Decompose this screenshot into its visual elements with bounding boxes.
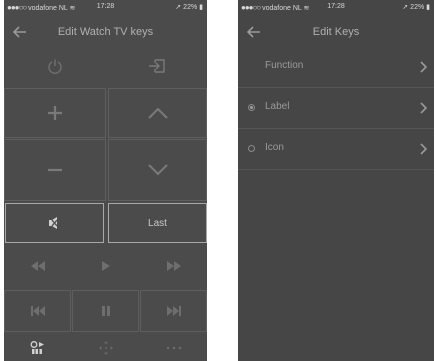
nav-bar: Edit Watch TV keys — [4, 20, 207, 46]
radio-unselected-icon[interactable] — [248, 145, 255, 152]
option-label: Icon — [265, 142, 284, 153]
last-key[interactable]: Last — [108, 203, 207, 243]
input-source-key[interactable] — [106, 46, 207, 86]
chevron-right-icon — [420, 143, 428, 155]
volume-down-key[interactable] — [4, 139, 106, 201]
location-icon: ➚ — [175, 4, 182, 11]
nav-bar: Edit Keys — [238, 20, 434, 46]
status-right: ➚ 22% ▮ — [175, 3, 203, 11]
option-label-row[interactable]: Label — [238, 88, 434, 129]
skip-next-key[interactable] — [140, 290, 207, 332]
more-icon — [166, 346, 181, 349]
play-icon — [101, 261, 110, 271]
battery-label: 22% — [183, 4, 198, 11]
skip-previous-key[interactable] — [4, 290, 71, 332]
page-title: Edit Watch TV keys — [57, 26, 154, 38]
edit-keys-screen: ●●●○○ vodafone NL ≋ 17:28 ➚ 22% ▮ Edit K… — [238, 0, 434, 361]
option-function[interactable]: Function — [238, 47, 434, 88]
pause-key[interactable] — [72, 290, 139, 332]
skip-next-icon — [166, 306, 181, 316]
mute-key[interactable] — [5, 203, 104, 243]
chevron-down-icon — [147, 164, 168, 176]
fast-forward-key[interactable] — [140, 246, 207, 286]
option-label: Function — [265, 60, 304, 71]
input-source-icon — [148, 59, 165, 73]
rewind-key[interactable] — [4, 246, 71, 286]
battery-icon: ▮ — [426, 4, 430, 11]
chevron-right-icon — [420, 61, 428, 73]
chevron-right-icon — [420, 102, 428, 114]
battery-icon: ▮ — [199, 4, 203, 11]
option-icon-row[interactable]: Icon — [238, 129, 434, 170]
status-bar: ●●●○○ vodafone NL ≋ 17:28 ➚ 22% ▮ — [4, 0, 207, 14]
plus-icon — [48, 106, 62, 120]
volume-up-key[interactable] — [4, 88, 106, 138]
channel-up-key[interactable] — [108, 88, 207, 138]
last-key-label: Last — [148, 217, 167, 229]
chevron-up-icon — [147, 107, 168, 119]
status-right: ➚ 22% ▮ — [402, 3, 430, 11]
fast-forward-icon — [166, 261, 181, 271]
edit-watch-tv-keys-screen: ●●●○○ vodafone NL ≋ 17:28 ➚ 22% ▮ Edit W… — [4, 0, 207, 361]
power-key[interactable] — [4, 46, 105, 86]
play-key[interactable] — [72, 246, 139, 286]
radio-selected-icon[interactable] — [248, 104, 255, 111]
dpad-icon — [98, 340, 113, 355]
page-title: Edit Keys — [312, 26, 360, 38]
skip-previous-icon — [30, 306, 45, 316]
power-icon — [47, 59, 62, 74]
location-icon: ➚ — [402, 4, 409, 11]
minus-icon — [48, 168, 62, 172]
dpad-key[interactable] — [72, 334, 139, 361]
record-play-icon — [30, 340, 44, 354]
channel-down-key[interactable] — [108, 139, 207, 201]
pause-icon — [101, 306, 110, 316]
record-play-key[interactable] — [4, 334, 71, 361]
battery-label: 22% — [410, 4, 425, 11]
status-bar: ●●●○○ vodafone NL ≋ 17:28 ➚ 22% ▮ — [238, 0, 434, 14]
mute-icon — [48, 217, 57, 229]
rewind-icon — [30, 261, 45, 271]
more-key[interactable] — [140, 334, 207, 361]
option-label: Label — [265, 101, 290, 112]
